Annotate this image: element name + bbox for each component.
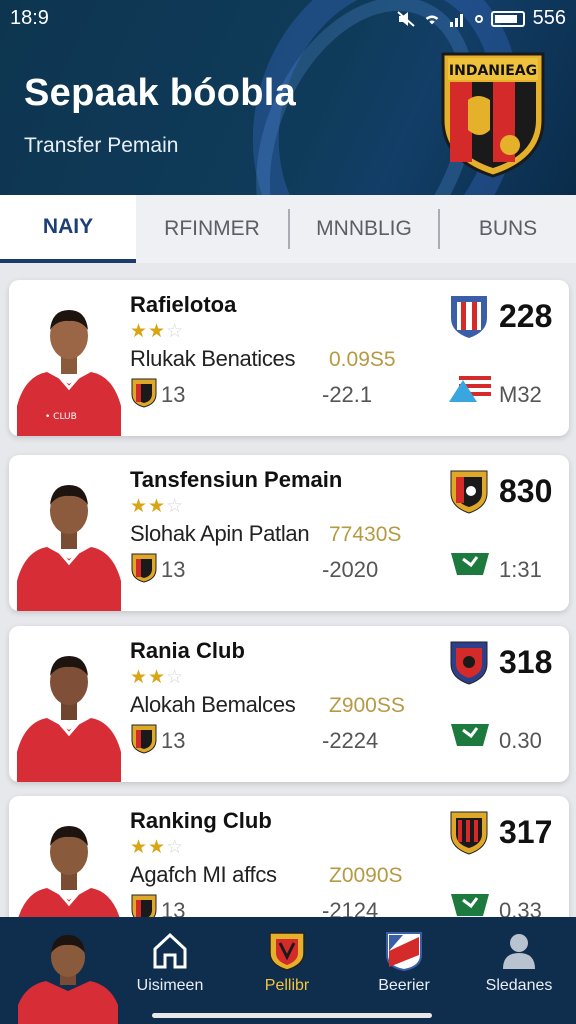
score-value: 830 xyxy=(499,473,553,509)
transfer-card[interactable]: Ranking Club ★★☆ Agafch MI affcs Z0090S … xyxy=(9,796,569,936)
destination-club-crest xyxy=(451,296,487,338)
battery-icon xyxy=(490,10,525,27)
flag-icon xyxy=(451,724,489,746)
nav-label: Uisimeen xyxy=(136,977,204,994)
club-name: Alokah Bemalces xyxy=(130,692,296,717)
player-name: Rafielotoa xyxy=(130,292,237,317)
tab-bar: NAIY RFINMER MNNBLIG BUNS xyxy=(0,195,576,263)
transfer-card[interactable]: • CLUB Rafielotoa ★★☆ Rlukak Benatices 0… xyxy=(9,280,569,436)
page-subtitle: Transfer Pemain xyxy=(24,134,179,157)
transfer-date: -2224 xyxy=(322,728,379,753)
star-rating: ★★☆ xyxy=(130,837,185,858)
club-name: Rlukak Benatices xyxy=(130,346,296,371)
nav-home[interactable]: Uisimeen xyxy=(115,931,225,995)
nav-beerier[interactable]: Beerier xyxy=(349,931,459,995)
nav-sledanes[interactable]: Sledanes xyxy=(464,931,574,995)
battery-level: 556 xyxy=(532,7,566,29)
flag-icon xyxy=(451,894,489,916)
tab-buns[interactable]: BUNS xyxy=(440,195,576,263)
transfer-fee: 0.09S5 xyxy=(329,348,396,371)
tab-label: RFINMER xyxy=(164,217,260,240)
player-name: Ranking Club xyxy=(130,808,272,833)
star-rating: ★★☆ xyxy=(130,496,185,517)
tab-label: NAIY xyxy=(42,215,94,238)
jersey-number: 13 xyxy=(161,728,186,753)
user-icon xyxy=(503,934,535,969)
profile-avatar[interactable] xyxy=(18,935,118,1024)
wifi-icon xyxy=(425,15,438,24)
stat-value: M32 xyxy=(499,382,542,407)
star-rating: ★★☆ xyxy=(130,667,185,688)
mute-icon xyxy=(396,10,415,27)
dot-icon xyxy=(474,14,483,23)
page-title: Sepaak bóobla xyxy=(24,72,297,114)
destination-club-crest xyxy=(450,641,488,685)
club-badge-icon xyxy=(131,724,157,754)
transfer-fee: Z0090S xyxy=(329,864,403,887)
transfer-card[interactable]: Rania Club ★★☆ Alokah Bemalces Z900SS 13… xyxy=(9,626,569,782)
destination-club-crest xyxy=(450,470,488,514)
bottom-navigation: Uisimeen Pellibr Beerier Sledanes xyxy=(0,917,576,1024)
player-photo xyxy=(17,469,121,611)
transfer-date: -22.1 xyxy=(322,382,373,407)
transfer-card[interactable]: Tansfensiun Pemain ★★☆ Slohak Apin Patla… xyxy=(9,455,569,611)
tab-mnnblig[interactable]: MNNBLIG xyxy=(290,195,438,263)
club-badge-icon xyxy=(131,378,157,408)
tab-label: BUNS xyxy=(478,217,538,240)
flag-icon xyxy=(449,376,491,402)
destination-club-crest xyxy=(450,811,488,855)
status-bar: 18:9 556 xyxy=(0,0,576,36)
tab-label: MNNBLIG xyxy=(316,217,412,240)
app-root: 18:9 556 Sepaak bóobla Transfer Pemain I… xyxy=(0,0,576,1024)
club-badge-icon xyxy=(131,553,157,583)
transfer-fee: 77430S xyxy=(329,523,402,546)
nav-label: Sledanes xyxy=(485,977,553,994)
home-indicator[interactable] xyxy=(152,1013,432,1018)
club-name: Agafch MI affcs xyxy=(130,862,277,887)
flag-icon xyxy=(451,553,489,575)
svg-text:• CLUB: • CLUB xyxy=(45,412,77,422)
star-rating: ★★☆ xyxy=(130,321,185,342)
nav-label: Pellibr xyxy=(264,977,310,994)
club-crest-logo: INDANIEAG xyxy=(441,52,545,178)
nav-label: Beerier xyxy=(378,977,430,994)
player-photo: • CLUB xyxy=(17,294,121,436)
tab-naiy[interactable]: NAIY xyxy=(0,195,136,263)
jersey-number: 13 xyxy=(161,382,186,407)
player-photo xyxy=(17,640,121,782)
svg-text:INDANIEAG: INDANIEAG xyxy=(449,63,537,79)
score-value: 318 xyxy=(499,644,553,680)
transfer-fee: Z900SS xyxy=(329,694,405,717)
home-icon xyxy=(153,932,187,969)
club-name: Slohak Apin Patlan xyxy=(130,521,310,546)
signal-icon xyxy=(449,13,463,27)
stat-value: 1:31 xyxy=(499,557,542,582)
header: 18:9 556 Sepaak bóobla Transfer Pemain I… xyxy=(0,0,576,195)
transfer-date: -2020 xyxy=(322,557,379,582)
flag-icon xyxy=(386,932,422,971)
status-time: 18:9 xyxy=(10,7,49,29)
player-name: Rania Club xyxy=(130,638,245,663)
score-value: 228 xyxy=(499,298,553,334)
score-value: 317 xyxy=(499,814,553,850)
jersey-number: 13 xyxy=(161,557,186,582)
player-name: Tansfensiun Pemain xyxy=(130,467,343,492)
nav-pellibr[interactable]: Pellibr xyxy=(232,931,342,995)
shield-icon xyxy=(269,932,305,971)
tab-rfinmer[interactable]: RFINMER xyxy=(136,195,288,263)
stat-value: 0.30 xyxy=(499,728,542,753)
